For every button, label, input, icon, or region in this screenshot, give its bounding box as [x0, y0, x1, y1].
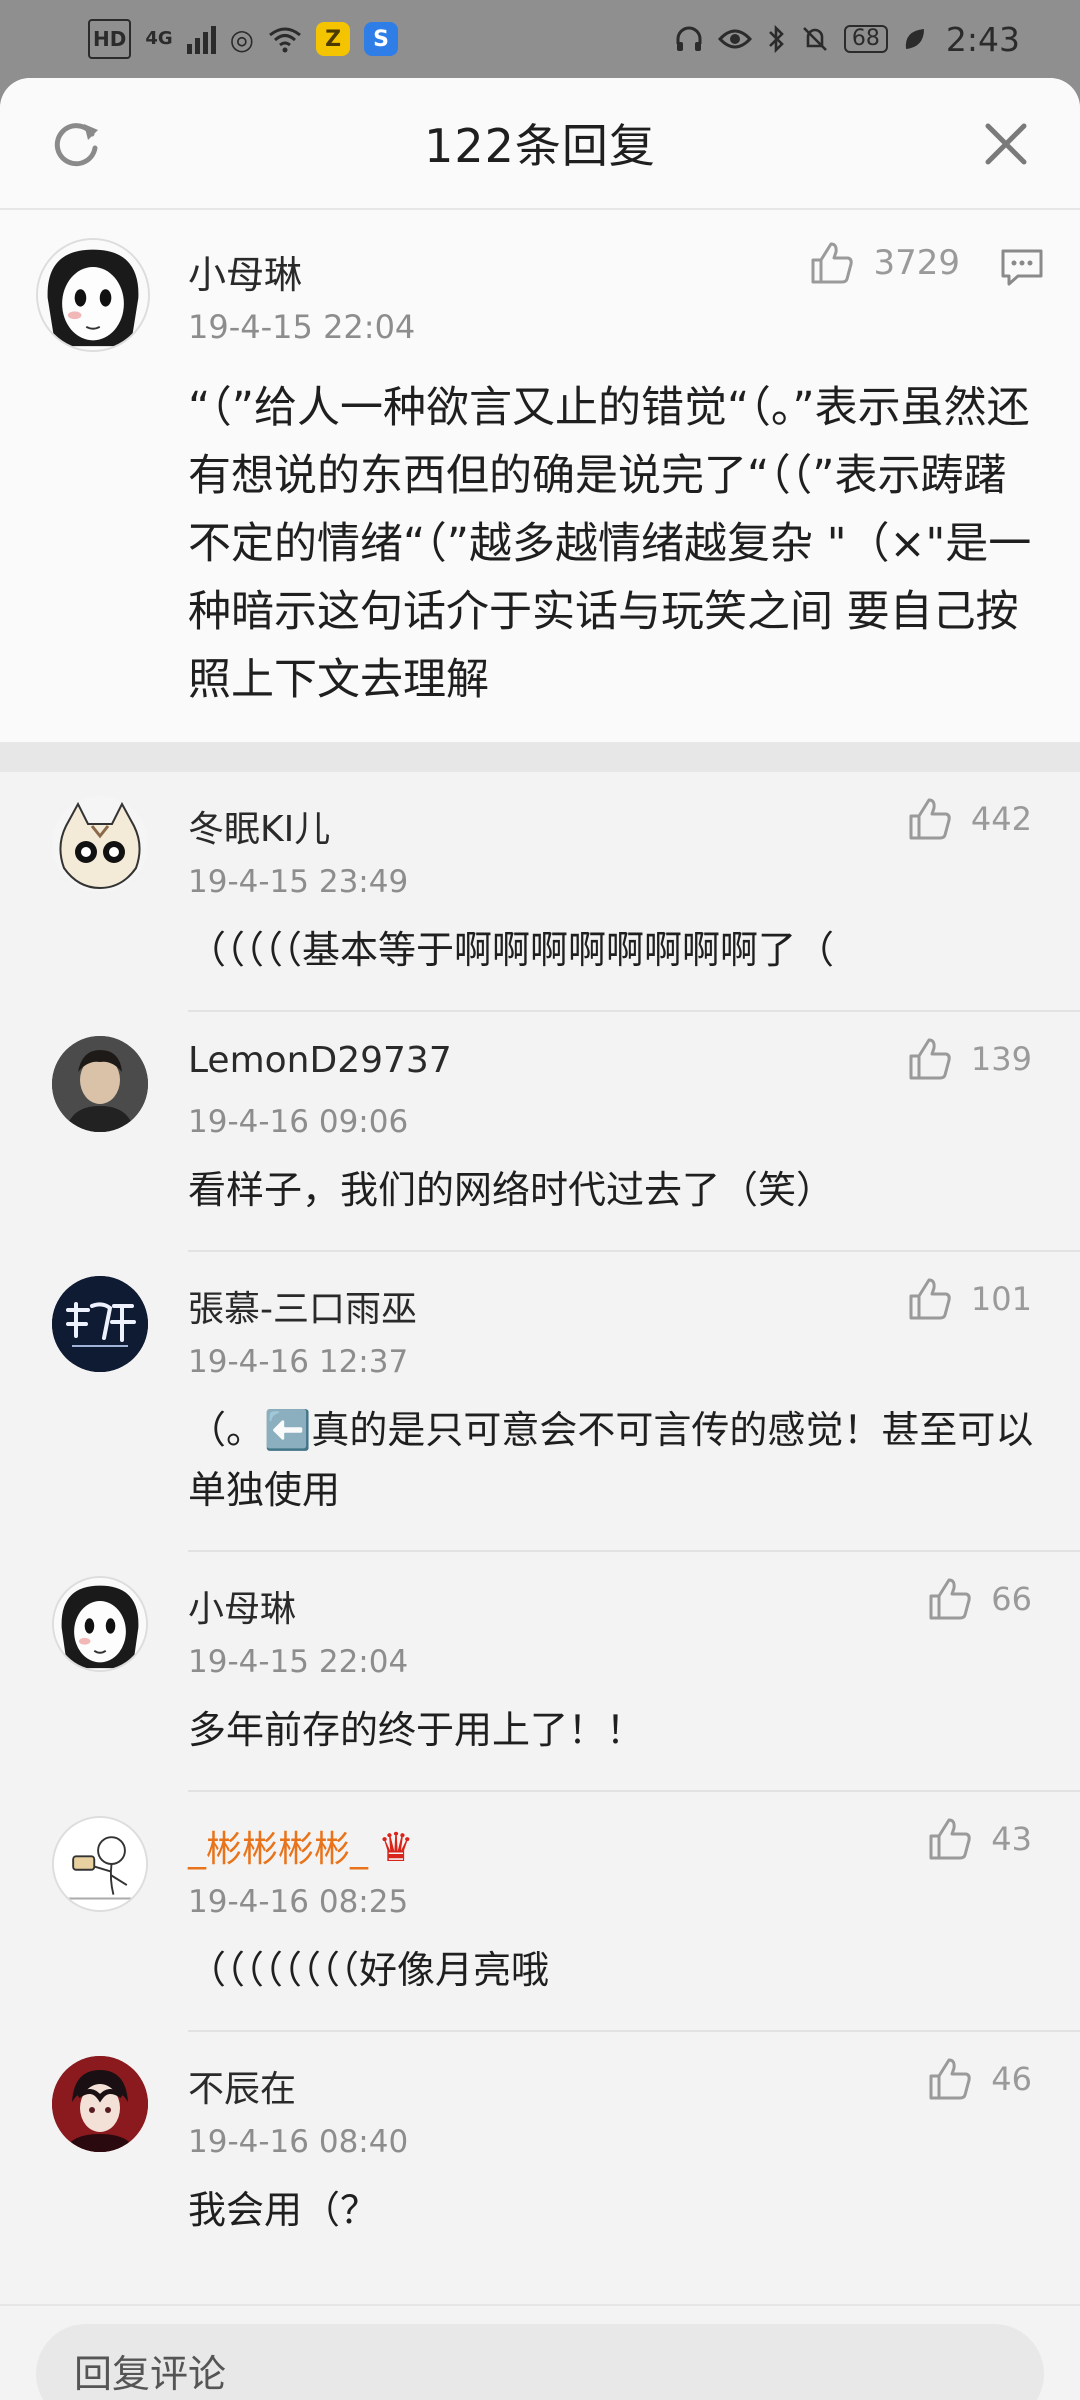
comment-author[interactable]: _彬彬彬彬_ ♛	[188, 1820, 414, 1872]
like-count: 43	[991, 1820, 1032, 1858]
like-button[interactable]: 442	[907, 796, 1032, 842]
comment-date: 19-4-16 12:37	[188, 1344, 409, 1380]
reply-input[interactable]	[36, 2324, 1044, 2400]
like-button[interactable]: 46	[927, 2056, 1032, 2102]
like-count: 139	[970, 1040, 1032, 1078]
list-item[interactable]: LemonD29737 19-4-16 09:06 139 看样子，我们的网络时…	[0, 1012, 1080, 1252]
reply-bar	[0, 2304, 1080, 2400]
comment-date: 19-4-16 09:06	[188, 1104, 409, 1140]
comment-text: “（”给人一种欲言又止的错觉“（。”表示虽然还有想说的东西但的确是说完了“（（”…	[188, 383, 1032, 705]
like-count: 101	[970, 1280, 1032, 1318]
comment-author[interactable]: 張慕-三口雨巫	[188, 1280, 417, 1332]
hd-indicator: HD	[88, 19, 132, 59]
comment-author[interactable]: 小母琳	[188, 244, 302, 299]
network-type-indicator: 4G	[145, 28, 173, 49]
signal-icon	[186, 24, 216, 54]
list-item[interactable]: 不辰在 19-4-16 08:40 46 我会用（？	[0, 2032, 1080, 2272]
comment-author[interactable]: 冬眠KI儿	[188, 800, 330, 852]
thumbs-up-icon	[909, 798, 951, 840]
replies-sheet: 122条回复 小母琳 19-4-15 22:04 3729 “（”给人一种欲言又…	[0, 78, 1080, 2400]
thumbs-up-icon	[929, 1578, 971, 1620]
mute-icon	[800, 19, 830, 59]
like-count: 66	[991, 1580, 1032, 1618]
clock: 2:43	[945, 19, 1020, 59]
avatar[interactable]	[52, 1276, 148, 1372]
comment-date: 19-4-15 23:49	[188, 864, 409, 900]
like-count: 442	[970, 800, 1032, 838]
avatar[interactable]	[52, 796, 148, 892]
comment-text: 我会用（？	[188, 2188, 379, 2232]
comment-text: 多年前存的终于用上了！！	[188, 1708, 645, 1752]
section-divider	[0, 742, 1080, 772]
avatar[interactable]	[36, 238, 150, 352]
eye-icon	[717, 19, 752, 59]
comment-author-name: _彬彬彬彬_	[188, 1829, 369, 1870]
comment-text: （。⬅️真的是只可意会不可言传的感觉！甚至可以单独使用	[188, 1408, 1034, 1512]
like-button[interactable]: 66	[927, 1576, 1032, 1622]
crown-icon: ♛	[378, 1825, 414, 1871]
thumbs-up-icon	[929, 2058, 971, 2100]
avatar[interactable]	[52, 1576, 148, 1672]
like-button[interactable]: 101	[907, 1276, 1032, 1322]
comment-author[interactable]: 不辰在	[188, 2060, 296, 2112]
reply-list: 冬眠KI儿 19-4-15 23:49 442 （（（（（基本等于啊啊啊啊啊啊啊…	[0, 772, 1080, 2304]
status-bar: HD 4G ◎ Z S 68 2:43	[0, 0, 1080, 78]
comment-text: （（（（（基本等于啊啊啊啊啊啊啊啊了（	[188, 928, 835, 972]
thumbs-up-icon	[909, 1278, 951, 1320]
comment-icon[interactable]	[1000, 248, 1044, 288]
like-button[interactable]: 139	[907, 1036, 1032, 1082]
close-icon[interactable]	[980, 118, 1032, 170]
data-saver-icon: ◎	[229, 22, 255, 56]
comment-author[interactable]: 小母琳	[188, 1580, 296, 1632]
like-count: 3729	[873, 243, 960, 283]
comment-date: 19-4-16 08:25	[188, 1884, 409, 1920]
like-button[interactable]: 3729	[809, 240, 960, 286]
like-button[interactable]: 43	[927, 1816, 1032, 1862]
sheet-header: 122条回复	[0, 78, 1080, 210]
list-item[interactable]: 張慕-三口雨巫 19-4-16 12:37 101 （。⬅️真的是只可意会不可言…	[0, 1252, 1080, 1552]
page-title: 122条回复	[424, 119, 656, 173]
app-notification-icon: S	[364, 22, 399, 56]
thumbs-up-icon	[929, 1818, 971, 1860]
list-item[interactable]: 小母琳 19-4-15 22:04 66 多年前存的终于用上了！！	[0, 1552, 1080, 1792]
comment-date: 19-4-16 08:40	[188, 2124, 409, 2160]
list-item[interactable]: 冬眠KI儿 19-4-15 23:49 442 （（（（（基本等于啊啊啊啊啊啊啊…	[0, 772, 1080, 1012]
avatar[interactable]	[52, 2056, 148, 2152]
battery-indicator: 68	[843, 25, 888, 53]
like-count: 46	[991, 2060, 1032, 2098]
app-notification-icon: Z	[316, 22, 351, 56]
comment-date: 19-4-15 22:04	[188, 1644, 409, 1680]
list-item[interactable]: _彬彬彬彬_ ♛ 19-4-16 08:25 43 （（（（（（（（好像月亮哦	[0, 1792, 1080, 2032]
comment-text: 看样子，我们的网络时代过去了（笑）	[188, 1168, 835, 1212]
avatar[interactable]	[52, 1816, 148, 1912]
headphones-icon	[674, 19, 704, 59]
thumbs-up-icon	[909, 1038, 951, 1080]
main-comment: 小母琳 19-4-15 22:04 3729 “（”给人一种欲言又止的错觉“（。…	[0, 210, 1080, 742]
leaf-icon	[902, 19, 926, 59]
thumbs-up-icon	[811, 242, 854, 284]
comment-date: 19-4-15 22:04	[188, 308, 416, 346]
avatar[interactable]	[52, 1036, 148, 1132]
bluetooth-icon	[766, 19, 786, 59]
wifi-icon	[268, 19, 302, 59]
comment-author[interactable]: LemonD29737	[188, 1040, 452, 1081]
comment-text: （（（（（（（（好像月亮哦	[188, 1948, 550, 1992]
refresh-icon[interactable]	[48, 118, 104, 174]
